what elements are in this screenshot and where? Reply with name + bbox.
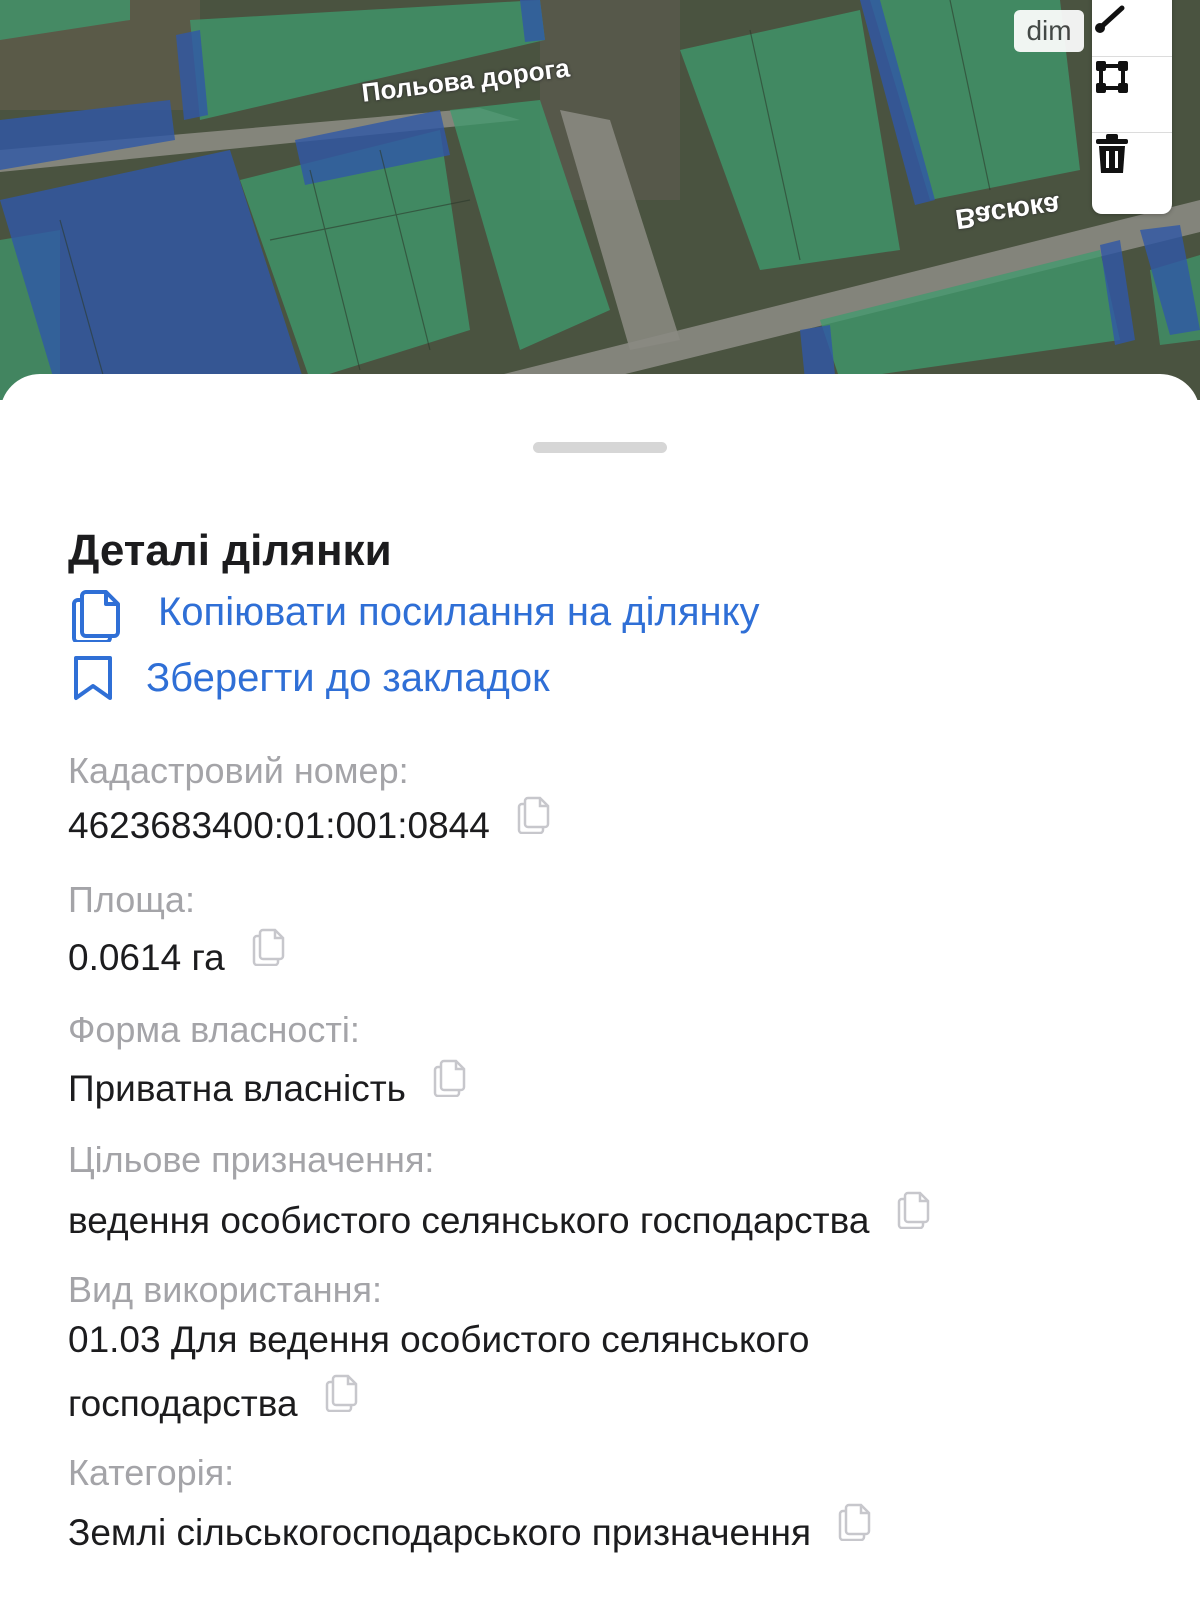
cadastral-number-label: Кадастровий номер:	[68, 750, 409, 791]
purpose-value: ведення особистого селянського господарс…	[68, 1200, 870, 1241]
parcel[interactable]	[800, 325, 835, 380]
copy-category-icon[interactable]	[837, 1497, 871, 1561]
parcel-details-sheet: Деталі ділянки Копіювати посилання на ді…	[0, 374, 1200, 1600]
copy-ownership-icon[interactable]	[432, 1053, 466, 1117]
usage-type-value: 01.03 Для ведення особистого селянського…	[68, 1319, 810, 1424]
cadastral-number-value: 4623683400:01:001:0844	[68, 805, 490, 846]
area-label: Площа:	[68, 879, 195, 920]
category-row: Землі сільськогосподарського призначення	[68, 1501, 1068, 1567]
purpose-row: ведення особистого селянського господарс…	[68, 1189, 1068, 1255]
polygon-icon	[1096, 61, 1128, 93]
area-value: 0.0614 га	[68, 937, 225, 978]
copy-icon	[72, 590, 120, 642]
copy-link-button[interactable]: Копіювати посилання на ділянку	[68, 582, 760, 642]
sheet-title: Деталі ділянки	[68, 526, 392, 575]
purpose-label: Цільове призначення:	[68, 1139, 435, 1180]
satellite-map[interactable]: Польова дорога Васюка dim	[0, 0, 1200, 400]
area-row: 0.0614 га	[68, 926, 1068, 992]
map-tool-panel	[1092, 0, 1172, 214]
copy-link-label: Копіювати посилання на ділянку	[158, 589, 760, 634]
bookmark-icon	[74, 656, 112, 700]
ownership-label: Форма власності:	[68, 1009, 360, 1050]
bookmark-button[interactable]: Зберегти до закладок	[68, 654, 550, 702]
category-label: Категорія:	[68, 1452, 235, 1493]
measure-icon	[1095, 5, 1125, 33]
copy-usage-type-icon[interactable]	[324, 1368, 358, 1432]
category-value: Землі сільськогосподарського призначення	[68, 1512, 811, 1553]
draw-polygon-button[interactable]	[1092, 56, 1172, 133]
sheet-drag-handle[interactable]	[533, 442, 667, 453]
ownership-value: Приватна власність	[68, 1068, 406, 1109]
copy-purpose-icon[interactable]	[896, 1185, 930, 1249]
cadastral-number-row: 4623683400:01:001:0844	[68, 794, 1068, 860]
usage-type-label: Вид використання:	[68, 1269, 383, 1310]
bookmark-label: Зберегти до закладок	[146, 655, 550, 700]
dim-badge[interactable]: dim	[1014, 10, 1084, 52]
copy-area-icon[interactable]	[251, 922, 285, 986]
measure-button[interactable]	[1092, 0, 1172, 56]
copy-cadastral-number-icon[interactable]	[516, 790, 550, 854]
usage-type-row: 01.03 Для ведення особистого селянського…	[68, 1308, 928, 1438]
trash-icon	[1096, 134, 1128, 173]
delete-button[interactable]	[1092, 132, 1172, 213]
ownership-row: Приватна власність	[68, 1057, 1068, 1123]
